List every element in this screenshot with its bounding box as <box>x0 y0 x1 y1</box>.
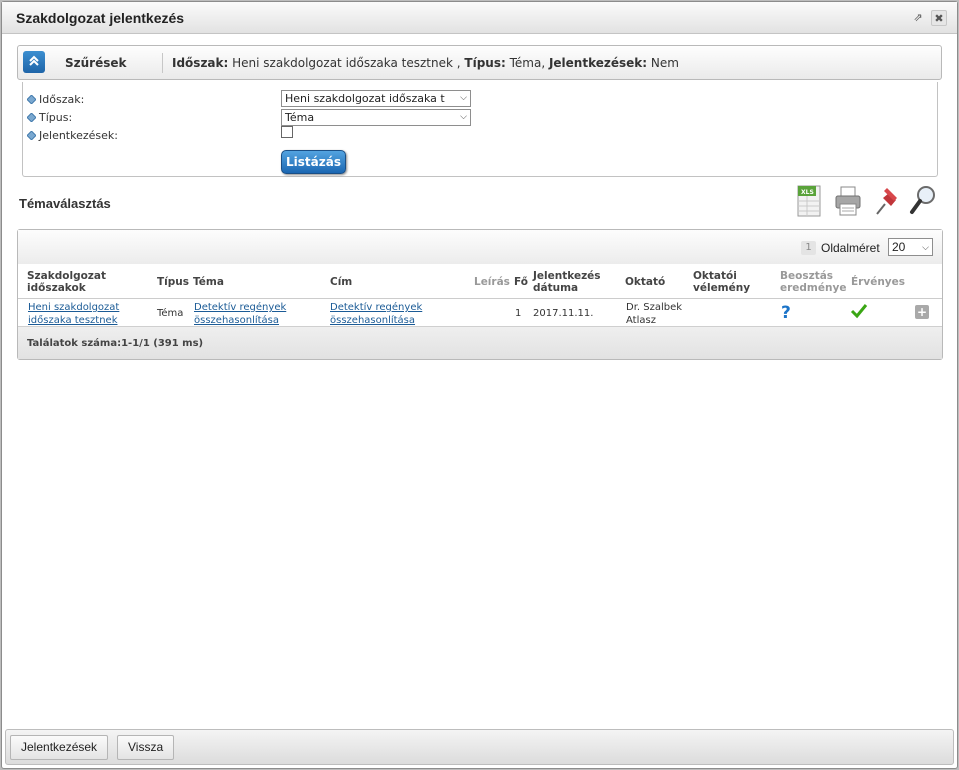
filter-label[interactable]: Szűrések <box>65 56 127 70</box>
close-icon[interactable]: ✖ <box>931 10 947 26</box>
cell-datum: 2017.11.11. <box>533 308 594 319</box>
summary-tipus-key: Típus: <box>464 56 506 70</box>
chevron-down-icon: ⌵ <box>460 93 467 103</box>
double-chevron-up-icon <box>29 55 39 66</box>
result-count: Találatok száma:1-1/1 (391 ms) <box>27 338 204 349</box>
tipus-label: Típus: <box>39 111 73 124</box>
jelentkezesek-label: Jelentkezések: <box>39 129 118 142</box>
checkmark-icon <box>850 303 868 323</box>
summary-idoszak-value: Heni szakdolgozat időszaka tesztnek , <box>228 56 465 70</box>
section-title: Témaválasztás <box>19 196 111 211</box>
column-header-ervenyes[interactable]: Érvényes <box>851 276 905 288</box>
dialog-window: Szakdolgozat jelentkezés ⇗ ✖ Szűrések Id… <box>1 1 958 769</box>
svg-text:?: ? <box>781 303 791 321</box>
window-title: Szakdolgozat jelentkezés <box>16 10 185 26</box>
summary-jelentkezesek-key: Jelentkezések: <box>548 56 648 70</box>
page-size-value: 20 <box>892 240 906 254</box>
column-header-velemeny[interactable]: Oktatói vélemény <box>693 270 763 294</box>
cell-oktato: Dr. Szalbek Atlasz <box>626 302 683 326</box>
filter-row-jelentkezesek: Jelentkezések: <box>27 129 118 142</box>
grid-toolbar: 1 Oldalméret 20 ⌵ <box>18 230 942 264</box>
xls-export-icon[interactable]: XLS <box>795 182 825 220</box>
chevron-down-icon: ⌵ <box>460 112 467 122</box>
jelentkezesek-checkbox[interactable] <box>281 126 293 138</box>
cell-fo: 1 <box>515 308 522 319</box>
diamond-icon <box>27 113 36 122</box>
results-grid: 1 Oldalméret 20 ⌵ Szakdolgozat időszakok… <box>17 229 943 360</box>
chevron-down-icon: ⌵ <box>922 242 929 252</box>
divider <box>162 53 163 73</box>
cell-cim-link[interactable]: Detektív regények összehasonlítása <box>330 301 450 327</box>
jelentkezesek-button[interactable]: Jelentkezések <box>10 735 109 760</box>
cell-idoszak-link[interactable]: Heni szakdolgozat időszaka tesztnek <box>28 301 148 327</box>
footer-bar: Jelentkezések Vissza <box>5 729 954 765</box>
page-size-select[interactable]: 20 ⌵ <box>888 238 933 256</box>
print-icon[interactable] <box>833 182 863 220</box>
column-header-tipus[interactable]: Típus <box>157 276 189 288</box>
external-link-icon[interactable]: ⇗ <box>910 10 926 26</box>
idoszak-label: Időszak: <box>39 93 85 106</box>
title-bar: Szakdolgozat jelentkezés ⇗ ✖ <box>2 2 957 34</box>
question-icon[interactable]: ? <box>780 303 796 325</box>
diamond-icon <box>27 95 36 104</box>
filter-summary: Időszak: Heni szakdolgozat időszaka tesz… <box>172 56 679 70</box>
column-header-idoszakok[interactable]: Szakdolgozat időszakok <box>27 270 137 294</box>
back-button[interactable]: Vissza <box>117 735 175 760</box>
page-size-label: Oldalméret <box>821 241 880 255</box>
list-button[interactable]: Listázás <box>281 150 346 174</box>
grid-footer: Találatok száma:1-1/1 (391 ms) <box>18 326 942 359</box>
idoszak-select-value: Heni szakdolgozat időszaka t <box>285 92 445 105</box>
row-action-button[interactable]: + <box>915 305 929 319</box>
header-divider <box>18 298 942 299</box>
summary-idoszak-key: Időszak: <box>172 56 229 70</box>
search-icon[interactable] <box>908 182 938 220</box>
summary-tipus-value: Téma, <box>505 56 549 70</box>
column-header-datum[interactable]: Jelentkezés dátuma <box>533 270 619 294</box>
column-header-cim[interactable]: Cím <box>330 276 352 288</box>
idoszak-select[interactable]: Heni szakdolgozat időszaka t ⌵ <box>281 90 471 107</box>
filter-header: Szűrések Időszak: Heni szakdolgozat idős… <box>17 45 942 80</box>
collapse-filter-button[interactable] <box>23 51 45 73</box>
column-header-beosztas[interactable]: Beosztás eredménye <box>780 270 850 294</box>
column-header-fo[interactable]: Fő <box>514 276 528 288</box>
column-header-tema[interactable]: Téma <box>193 276 224 288</box>
cell-tema-link[interactable]: Detektív regények összehasonlítása <box>194 301 314 327</box>
cell-tipus: Téma <box>157 308 184 319</box>
diamond-icon <box>27 131 36 140</box>
pin-icon[interactable] <box>871 182 901 220</box>
tipus-select[interactable]: Téma ⌵ <box>281 109 471 126</box>
column-header-oktato[interactable]: Oktató <box>625 276 665 288</box>
filter-row-tipus: Típus: <box>27 111 72 124</box>
filter-row-idoszak: Időszak: <box>27 93 84 106</box>
page-number[interactable]: 1 <box>801 241 816 255</box>
column-header-leiras[interactable]: Leírás <box>474 276 510 288</box>
filter-body: Időszak: Heni szakdolgozat időszaka t ⌵ … <box>22 82 938 177</box>
tipus-select-value: Téma <box>285 111 315 124</box>
summary-jelentkezesek-value: Nem <box>647 56 679 70</box>
svg-text:XLS: XLS <box>801 189 814 196</box>
